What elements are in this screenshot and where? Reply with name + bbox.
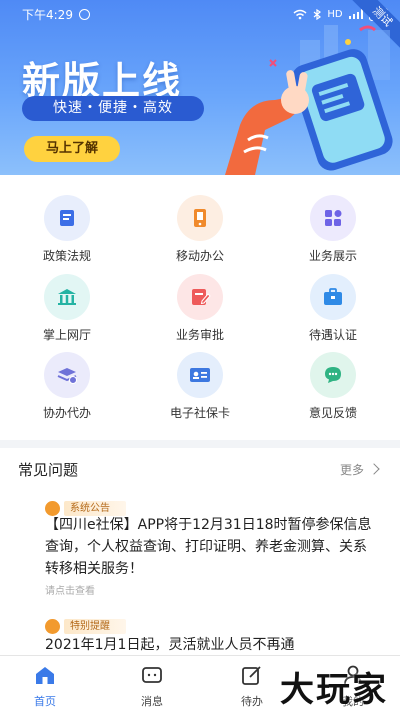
more-label: 更多 [339,462,364,477]
grid-label: 意见反馈 [308,406,357,420]
grid-label: 待遇认证 [308,328,357,342]
grid-item-business-display[interactable]: 业务展示 [278,195,388,269]
grid-label: 政策法规 [42,249,91,263]
online-hall-icon [44,274,90,320]
faq-hint: 请点击查看 [45,586,95,597]
feedback-icon [310,352,356,398]
grid-label: 协办代办 [42,406,91,420]
mobile-office-icon [177,195,223,241]
grid-item-online-hall[interactable]: 掌上网厅 [12,274,122,348]
faq-header: 常见问题 更多 [18,458,380,480]
nav-home[interactable]: 首页 [5,656,85,711]
grid-label: 业务审批 [175,328,224,342]
grid-item-feedback[interactable]: 意见反馈 [278,352,388,426]
grid-item-policy[interactable]: 政策法规 [12,195,122,269]
grid-item-benefit-auth[interactable]: 待遇认证 [278,274,388,348]
policy-book-icon [44,195,90,241]
status-time: 下午4:29 [22,7,73,22]
grid-item-mobile-office[interactable]: 移动办公 [145,195,255,269]
banner-subtitle: 快速・便捷・高效 [22,96,204,121]
grid-item-social-card[interactable]: 电子社保卡 [145,352,255,426]
faq-body: 2021年1月1日起，灵活就业人员不再通 [45,637,295,653]
message-icon [142,667,162,683]
phone-hand-illustration [225,25,393,175]
faq-more-link[interactable]: 更多 [339,461,380,478]
faq-title: 常见问题 [18,460,79,479]
faq-tag-label: 特别提醒 [64,618,126,634]
alarm-icon [78,8,90,20]
watermark-text: 大玩家 [280,670,388,710]
todo-icon [242,666,261,685]
grid-label: 掌上网厅 [42,328,91,342]
grid-label: 移动办公 [175,249,224,263]
flame-icon [45,618,60,634]
grid-label: 电子社保卡 [169,406,230,420]
faq-section: 常见问题 更多 系统公告 【四川e社保】APP将于12月31日18时暂停参保信息… [0,448,400,663]
grid-label: 业务展示 [308,249,357,263]
nav-label: 消息 [141,695,163,708]
faq-body: 【四川e社保】APP将于12月31日18时暂停参保信息查询，个人权益查询、打印证… [45,517,372,577]
assist-icon [44,352,90,398]
promo-banner[interactable]: 下午4:29 HD 48 测试 新版上线 快速・便捷・高效 马上了解 [0,0,400,175]
faq-tag: 特别提醒 [45,618,126,634]
id-card-icon [177,352,223,398]
learn-more-button[interactable]: 马上了解 [24,136,120,162]
nav-label: 首页 [34,695,56,708]
briefcase-icon [310,274,356,320]
function-grid: 政策法规 移动办公 业务展示 掌上网厅 业务审批 待遇认证 协办代办 电子社保卡… [0,175,400,440]
nav-messages[interactable]: 消息 [112,656,192,711]
home-icon [36,667,54,684]
grid-item-approval[interactable]: 业务审批 [145,274,255,348]
chevron-right-icon [368,463,380,475]
grid-item-assist[interactable]: 协办代办 [12,352,122,426]
business-display-icon [310,195,356,241]
approval-icon [177,274,223,320]
